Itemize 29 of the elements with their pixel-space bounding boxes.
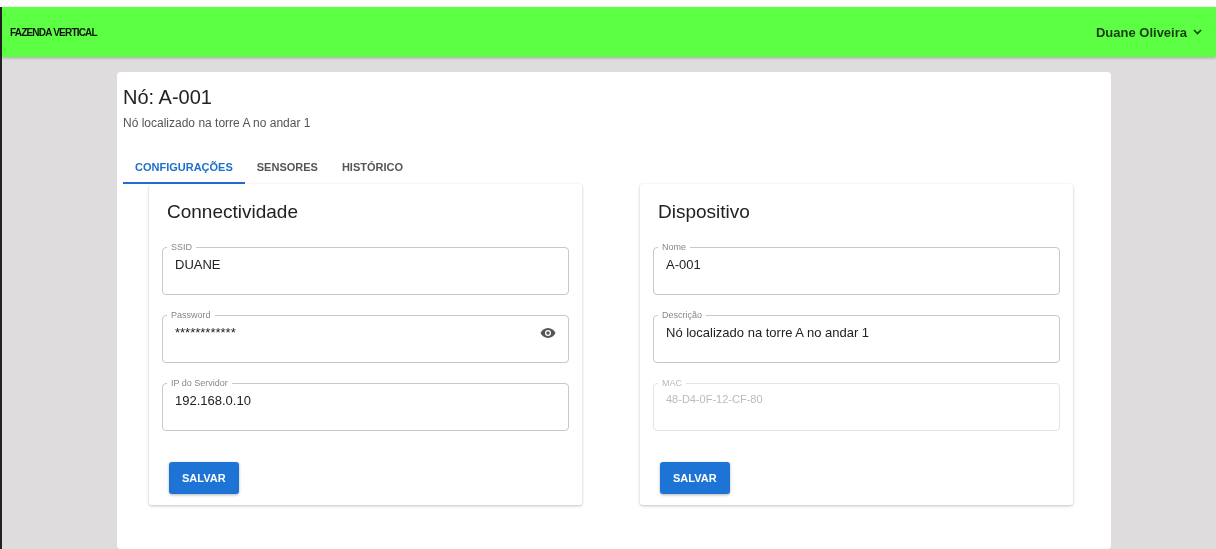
input-field[interactable]: IP do Servidor 192.168.0.10 [162, 377, 569, 431]
brand-logo-text: FAZENDA VERTICAL [10, 26, 97, 38]
input-field[interactable]: Password ************ [162, 309, 569, 363]
panel-title: Connectividade [167, 201, 298, 223]
field-value: 192.168.0.10 [175, 393, 252, 408]
chevron-down-icon [1193, 29, 1202, 35]
field-label: MAC [661, 377, 683, 389]
input-field[interactable]: Descrição Nó localizado na torre A no andar 1 [653, 309, 1060, 363]
field-value: Nó localizado na torre A no andar 1 [666, 325, 871, 340]
field-label: Nome [661, 241, 687, 253]
user-menu[interactable]: Duane Oliveira [1089, 23, 1208, 41]
field-label: IP do Servidor [170, 377, 229, 389]
node-title: Nó: A-001 [123, 86, 213, 109]
field-value: A-001 [666, 257, 702, 272]
tab[interactable]: HISTÓRICO [329, 151, 416, 184]
node-description: Nó localizado na torre A no andar 1 [123, 116, 311, 130]
eye-icon[interactable] [540, 326, 556, 339]
save-button[interactable]: SALVAR [660, 462, 730, 494]
field-label: SSID [170, 241, 193, 253]
input-field[interactable]: Nome A-001 [653, 241, 1060, 295]
input-field[interactable]: SSID DUANE [162, 241, 569, 295]
field-value: 48-D4-0F-12-CF-80 [666, 393, 764, 405]
field-label: Password [170, 309, 212, 321]
tab[interactable]: SENSORES [244, 151, 330, 184]
panel-title: Dispositivo [658, 201, 750, 223]
field-value: DUANE [175, 257, 222, 272]
field-value: ************ [175, 325, 237, 340]
field-label: Descrição [661, 309, 703, 321]
save-button[interactable]: SALVAR [169, 462, 239, 494]
